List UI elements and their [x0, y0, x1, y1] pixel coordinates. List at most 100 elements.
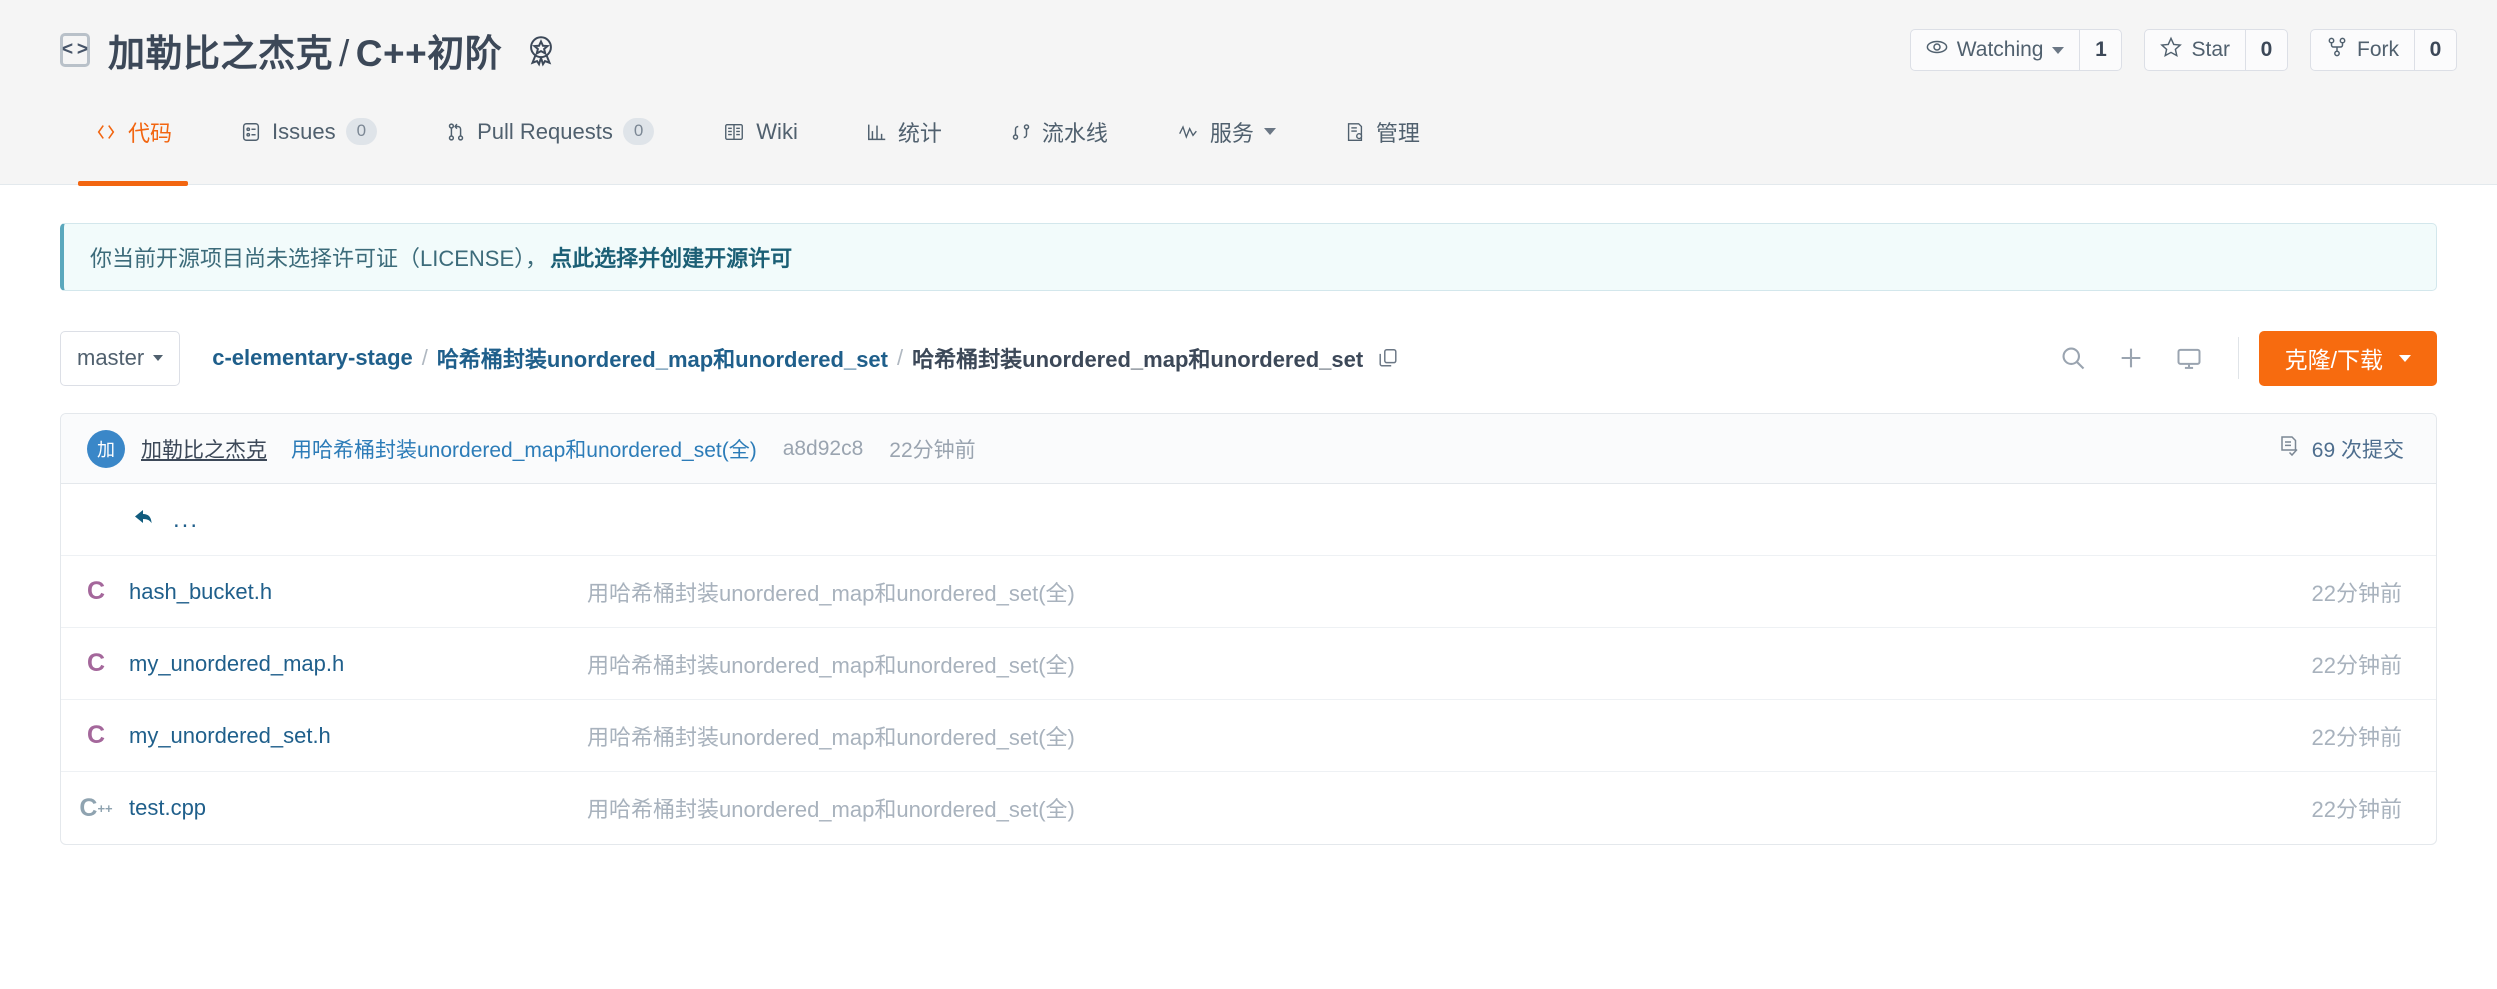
tab-pull-requests-label: Pull Requests: [477, 118, 613, 144]
breadcrumb-separator: /: [897, 345, 904, 370]
breadcrumb-item-0[interactable]: c-elementary-stage: [212, 345, 413, 371]
chevron-down-icon: [1263, 128, 1276, 135]
file-commit-message: 用哈希桶封装unordered_map和unordered_set(全): [587, 797, 1075, 822]
file-icon-glyph: C: [79, 793, 98, 822]
breadcrumb-separator: /: [421, 345, 428, 370]
page-title: 加勒比之杰克 / C++初阶: [108, 23, 502, 77]
breadcrumb: c-elementary-stage / 哈希桶封装unordered_map和…: [212, 342, 1399, 374]
tab-issues-count: 0: [345, 118, 378, 145]
file-icon-glyph: C: [86, 577, 106, 605]
monitor-icon[interactable]: [2160, 333, 2218, 383]
watch-button-group[interactable]: Watching 1: [1909, 29, 2123, 71]
clone-download-label: 克隆/下载: [2284, 347, 2383, 373]
tab-manage[interactable]: 管理: [1310, 100, 1454, 185]
star-count[interactable]: 0: [2245, 30, 2287, 70]
repo-name-link[interactable]: C++初阶: [356, 33, 502, 74]
repo-owner-link[interactable]: 加勒比之杰克: [108, 33, 333, 74]
pull-request-icon: [445, 121, 467, 143]
file-name-cell: my_unordered_map.h: [115, 651, 545, 677]
code-icon: [94, 121, 118, 143]
cpp-file-icon: C ++: [77, 793, 115, 822]
tab-code-label: 代码: [128, 120, 173, 146]
file-name-cell: hash_bucket.h: [115, 579, 545, 605]
repo-nav-tabs: 代码 Issues 0 Pull Requests 0 Wiki 统计 流水线 …: [0, 100, 2497, 186]
file-name-link[interactable]: my_unordered_set.h: [129, 723, 331, 748]
file-commit-time: 22分钟前: [2311, 580, 2402, 606]
table-row[interactable]: C my_unordered_set.h 用哈希桶封装unordered_map…: [61, 700, 2436, 772]
tab-pipeline-label: 流水线: [1041, 120, 1108, 146]
commit-count-link[interactable]: 69 次提交: [2277, 434, 2404, 464]
tab-issues[interactable]: Issues 0: [206, 100, 411, 185]
star-button-group[interactable]: Star 0: [2144, 29, 2288, 71]
chevron-down-icon: [2399, 354, 2411, 362]
star-button[interactable]: Star: [2145, 30, 2245, 70]
watch-button[interactable]: Watching: [1911, 30, 2080, 70]
plus-icon[interactable]: [2102, 333, 2160, 383]
copy-icon[interactable]: [1377, 347, 1399, 369]
tab-pipeline[interactable]: 流水线: [976, 100, 1142, 185]
search-icon[interactable]: [2044, 333, 2102, 383]
commit-list-icon: [2277, 434, 2301, 464]
tab-wiki[interactable]: Wiki: [688, 100, 832, 185]
title-separator: /: [339, 33, 350, 74]
settings-doc-icon: [1344, 121, 1366, 143]
file-name-link[interactable]: my_unordered_map.h: [129, 651, 344, 676]
commit-author[interactable]: 加勒比之杰克: [141, 434, 267, 464]
file-commit-time: 22分钟前: [2311, 652, 2402, 678]
file-name-cell: my_unordered_set.h: [115, 723, 545, 749]
file-commit-message: 用哈希桶封装unordered_map和unordered_set(全): [587, 580, 1075, 606]
chart-icon: [866, 121, 888, 143]
tab-statistics-label: 统计: [897, 120, 942, 146]
main-content: 你当前开源项目尚未选择许可证（LICENSE）， 点此选择并创建开源许可 mas…: [0, 223, 2497, 845]
avatar[interactable]: 加: [87, 429, 125, 468]
tab-code[interactable]: 代码: [60, 100, 206, 186]
tab-pull-requests[interactable]: Pull Requests 0: [411, 100, 688, 185]
parent-directory-label: ...: [173, 505, 200, 533]
activity-icon: [1176, 122, 1200, 142]
eye-icon: [1926, 36, 1948, 64]
c-header-file-icon: C: [77, 723, 115, 748]
file-name-link[interactable]: test.cpp: [129, 795, 206, 820]
parent-directory-row[interactable]: ...: [61, 484, 2436, 556]
chevron-down-icon: [2052, 46, 2065, 54]
commit-count-label: 69 次提交: [2311, 438, 2404, 462]
license-notice: 你当前开源项目尚未选择许可证（LICENSE）， 点此选择并创建开源许可: [60, 223, 2437, 291]
fork-count[interactable]: 0: [2414, 30, 2456, 70]
commit-message[interactable]: 用哈希桶封装unordered_map和unordered_set(全): [291, 434, 757, 464]
pipeline-icon: [1010, 121, 1032, 143]
create-license-link[interactable]: 点此选择并创建开源许可: [550, 241, 792, 273]
table-row[interactable]: C hash_bucket.h 用哈希桶封装unordered_map和unor…: [61, 556, 2436, 628]
branch-selector[interactable]: master: [60, 330, 181, 386]
commit-time: 22分钟前: [889, 438, 976, 462]
table-row[interactable]: C my_unordered_map.h 用哈希桶封装unordered_map…: [61, 628, 2436, 700]
file-icon-glyph: C: [86, 721, 106, 749]
license-notice-text: 你当前开源项目尚未选择许可证（LICENSE），: [90, 246, 548, 271]
tab-services-label: 服务: [1209, 120, 1254, 146]
latest-commit-bar: 加 加勒比之杰克 用哈希桶封装unordered_map和unordered_s…: [61, 414, 2436, 484]
fork-button[interactable]: Fork: [2311, 30, 2414, 70]
watch-count[interactable]: 1: [2079, 30, 2121, 70]
fork-button-group[interactable]: Fork 0: [2310, 29, 2457, 71]
tab-statistics[interactable]: 统计: [832, 100, 976, 185]
tab-services[interactable]: 服务: [1142, 100, 1310, 185]
tab-issues-label: Issues: [272, 118, 336, 144]
repo-header-top: < > 加勒比之杰克 / C++初阶 Watching 1 Star 0 For…: [0, 0, 2497, 100]
commit-sha[interactable]: a8d92c8: [783, 437, 864, 461]
issue-icon: [240, 121, 262, 143]
fork-label: Fork: [2357, 38, 2399, 61]
clone-download-button[interactable]: 克隆/下载: [2258, 330, 2437, 386]
file-commit-time: 22分钟前: [2311, 724, 2402, 750]
branch-selector-label: master: [77, 345, 145, 370]
c-header-file-icon: C: [77, 651, 115, 676]
file-commit-message: 用哈希桶封装unordered_map和unordered_set(全): [587, 652, 1075, 678]
tab-wiki-label: Wiki: [756, 118, 798, 144]
code-brackets-icon: < >: [60, 33, 90, 67]
fork-icon: [2326, 36, 2348, 64]
breadcrumb-item-1[interactable]: 哈希桶封装unordered_map和unordered_set: [437, 342, 888, 374]
table-row[interactable]: C ++ test.cpp 用哈希桶封装unordered_map和unorder…: [61, 772, 2436, 844]
chevron-down-icon: [153, 355, 164, 361]
file-name-link[interactable]: hash_bucket.h: [129, 579, 272, 604]
tab-pull-requests-count: 0: [622, 118, 655, 145]
file-commit-message: 用哈希桶封装unordered_map和unordered_set(全): [587, 724, 1075, 750]
reply-arrow-icon: [131, 505, 159, 534]
